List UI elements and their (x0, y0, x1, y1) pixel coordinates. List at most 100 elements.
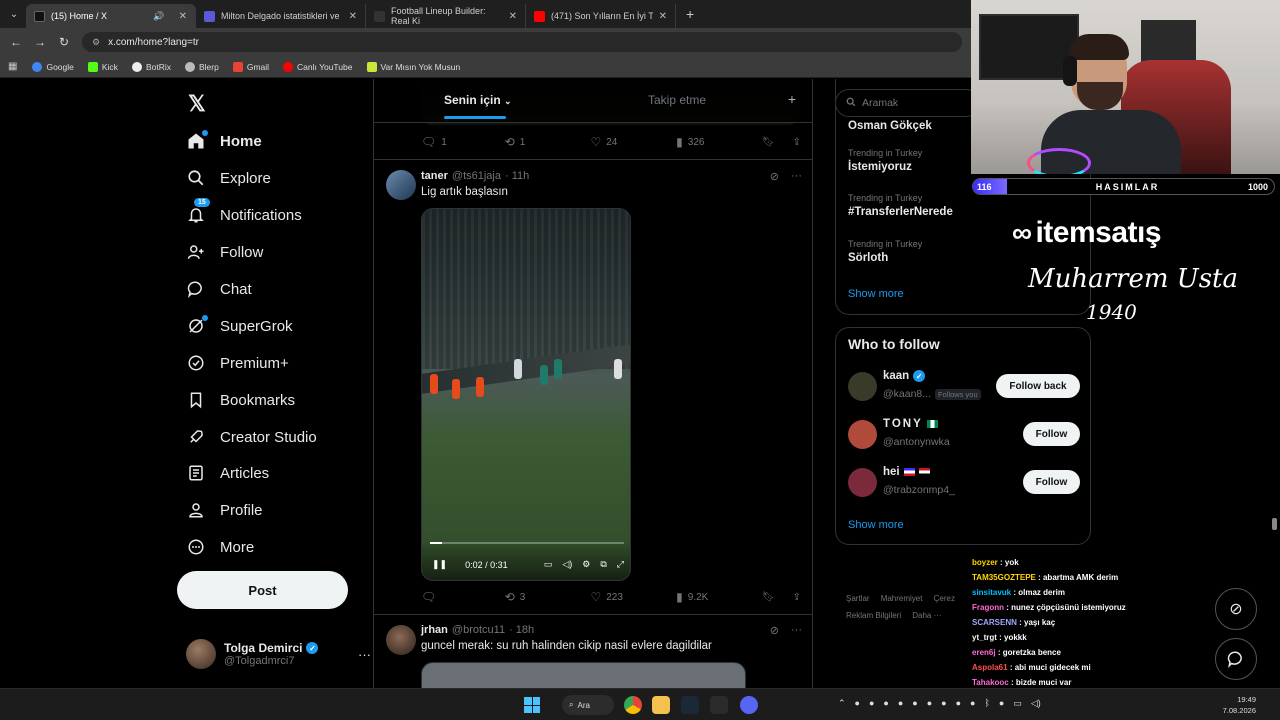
close-tab-icon[interactable]: ✕ (349, 11, 357, 22)
app-icon[interactable] (710, 696, 728, 714)
nav-notifications[interactable]: 15 Notifications (186, 198, 302, 225)
author-handle[interactable]: @ts61jaja (452, 170, 501, 182)
views-button[interactable]: ▮ 9.2K (676, 590, 762, 604)
chat-username[interactable]: SCARSENN (972, 618, 1017, 627)
tab-for-you[interactable]: Senin için ⌄ (444, 93, 512, 107)
fullscreen-icon[interactable]: ⤢ (617, 559, 624, 570)
tray-app-icon[interactable]: ● (855, 698, 860, 709)
like-button[interactable]: ♡ 223 (590, 590, 676, 604)
follow-suggestion[interactable]: kaan ✓ @kaan8... Follows you Follow back (848, 370, 1080, 406)
show-more-trends[interactable]: Show more (848, 288, 904, 300)
trend-item[interactable]: Trending in Turkey İstemiyoruz (848, 148, 922, 173)
nav-articles[interactable]: Articles (186, 463, 269, 483)
bookmark-google[interactable]: Google (25, 61, 80, 72)
footer-link[interactable]: Daha ··· (912, 611, 941, 620)
avatar[interactable] (386, 170, 416, 200)
volume-icon[interactable]: ◁) (1031, 698, 1041, 709)
trend-item[interactable]: Osman Gökçek (848, 117, 932, 132)
follow-suggestion[interactable]: hei @trabzonmp4_ Follow (848, 466, 1080, 502)
follow-button[interactable]: Follow (1023, 422, 1080, 446)
avatar[interactable] (848, 468, 877, 497)
avatar[interactable] (848, 372, 877, 401)
discord-icon[interactable] (740, 696, 758, 714)
apps-grid-icon[interactable]: ▦ (0, 61, 25, 72)
show-more-follow[interactable]: Show more (848, 519, 904, 531)
post-time[interactable]: · 11h (505, 170, 529, 182)
author-name[interactable]: jrhan (421, 624, 448, 636)
follow-back-button[interactable]: Follow back (996, 374, 1080, 398)
tab-search-icon[interactable]: ⌄ (2, 4, 26, 24)
chat-username[interactable]: yt_trgt (972, 633, 997, 642)
tab-lineup-builder[interactable]: Football Lineup Builder: Real Ki ✕ (366, 4, 526, 28)
nav-chat[interactable]: Chat (186, 279, 252, 299)
reply-button[interactable]: 🗨︎ (421, 590, 505, 604)
nav-premium[interactable]: Premium+ (186, 353, 289, 373)
author-handle[interactable]: @brotcu11 (452, 624, 505, 636)
bookmark-blerp[interactable]: Blerp (178, 61, 226, 72)
share-icon[interactable]: ⇪ (793, 137, 801, 148)
network-icon[interactable]: ▭ (1013, 698, 1022, 709)
post-media[interactable] (421, 662, 746, 688)
nav-bookmarks[interactable]: Bookmarks (186, 390, 295, 410)
video-player[interactable]: ❚❚ 0:02 / 0:31 ▭ ◁) ⚙ ⧉ ⤢ (421, 208, 631, 581)
tray-app-icon[interactable]: ● (912, 698, 917, 709)
reply-button[interactable]: 🗨︎ 1 (421, 135, 505, 149)
tray-chevron-icon[interactable]: ⌃ (838, 698, 846, 709)
post-button[interactable]: Post (177, 571, 348, 609)
close-tab-icon[interactable]: ✕ (659, 11, 667, 22)
chat-username[interactable]: Tahakooc (972, 678, 1009, 687)
nav-explore[interactable]: Explore (186, 168, 271, 188)
forward-arrow-icon[interactable]: → (28, 35, 52, 49)
speaker-icon[interactable]: 🔊 (153, 11, 164, 22)
pause-icon[interactable]: ❚❚ (432, 559, 447, 570)
footer-link[interactable]: Mahremiyet (881, 594, 923, 603)
bookmark-botrix[interactable]: BotRix (125, 61, 178, 72)
more-dots-icon[interactable]: ··· (791, 170, 802, 183)
file-explorer-icon[interactable] (652, 696, 670, 714)
tray-app-icon[interactable]: ● (970, 698, 975, 709)
bluetooth-icon[interactable]: ᛒ (984, 698, 989, 709)
tab-youtube[interactable]: (471) Son Yılların En İyi Trabzon ✕ (526, 4, 676, 28)
tray-app-icon[interactable]: ● (999, 698, 1004, 709)
author-name[interactable]: taner (421, 170, 448, 182)
steam-icon[interactable] (681, 696, 699, 714)
captions-icon[interactable]: ▭ (544, 559, 553, 570)
chat-username[interactable]: boyzer (972, 558, 998, 567)
bookmark-canli-youtube[interactable]: Canlı YouTube (276, 61, 359, 72)
video-seek-bar[interactable] (430, 542, 624, 544)
grok-icon[interactable]: ⊘ (770, 624, 779, 637)
follow-suggestion[interactable]: TONY @antonynwka Follow (848, 418, 1080, 454)
tray-app-icon[interactable]: ● (869, 698, 874, 709)
views-button[interactable]: ▮ 326 (676, 135, 762, 149)
tab-milton-delgado[interactable]: Milton Delgado istatistikleri ve ✕ (196, 4, 366, 28)
chat-username[interactable]: sinsitavuk (972, 588, 1011, 597)
trend-item[interactable]: Trending in Turkey #TransferlerNerede (848, 193, 953, 218)
follow-button[interactable]: Follow (1023, 470, 1080, 494)
avatar[interactable] (386, 625, 416, 655)
address-bar[interactable]: ⚙ x.com/home?lang=tr (82, 32, 962, 52)
add-tab-icon[interactable]: + (788, 91, 796, 107)
bookmark-icon[interactable]: 🔖︎ (762, 592, 775, 603)
reload-icon[interactable]: ↻ (52, 35, 76, 49)
search-input[interactable]: Aramak (835, 89, 980, 117)
picture-in-picture-icon[interactable]: ⧉ (600, 559, 606, 570)
messages-floating-button[interactable] (1215, 638, 1257, 680)
x-logo-icon[interactable]: 𝕏 (188, 91, 206, 117)
bookmark-icon[interactable]: 🔖︎ (762, 137, 775, 148)
back-arrow-icon[interactable]: ← (4, 35, 28, 49)
windows-start-icon[interactable] (524, 697, 540, 713)
tray-app-icon[interactable]: ● (927, 698, 932, 709)
settings-gear-icon[interactable]: ⚙ (582, 559, 590, 570)
scrollbar[interactable] (1272, 518, 1277, 530)
tray-app-icon[interactable]: ● (898, 698, 903, 709)
tab-following[interactable]: Takip etme (648, 93, 706, 107)
chat-username[interactable]: Fragonn (972, 603, 1004, 612)
bookmark-gmail[interactable]: Gmail (226, 61, 276, 72)
footer-link[interactable]: Çerez (934, 594, 955, 603)
avatar[interactable] (848, 420, 877, 449)
taskbar-search[interactable]: ⌕ Ara (562, 695, 614, 715)
tray-app-icon[interactable]: ● (941, 698, 946, 709)
chat-username[interactable]: TAM35GOZTEPE (972, 573, 1036, 582)
chat-username[interactable]: eren6j (972, 648, 996, 657)
more-dots-icon[interactable]: ··· (791, 624, 802, 637)
